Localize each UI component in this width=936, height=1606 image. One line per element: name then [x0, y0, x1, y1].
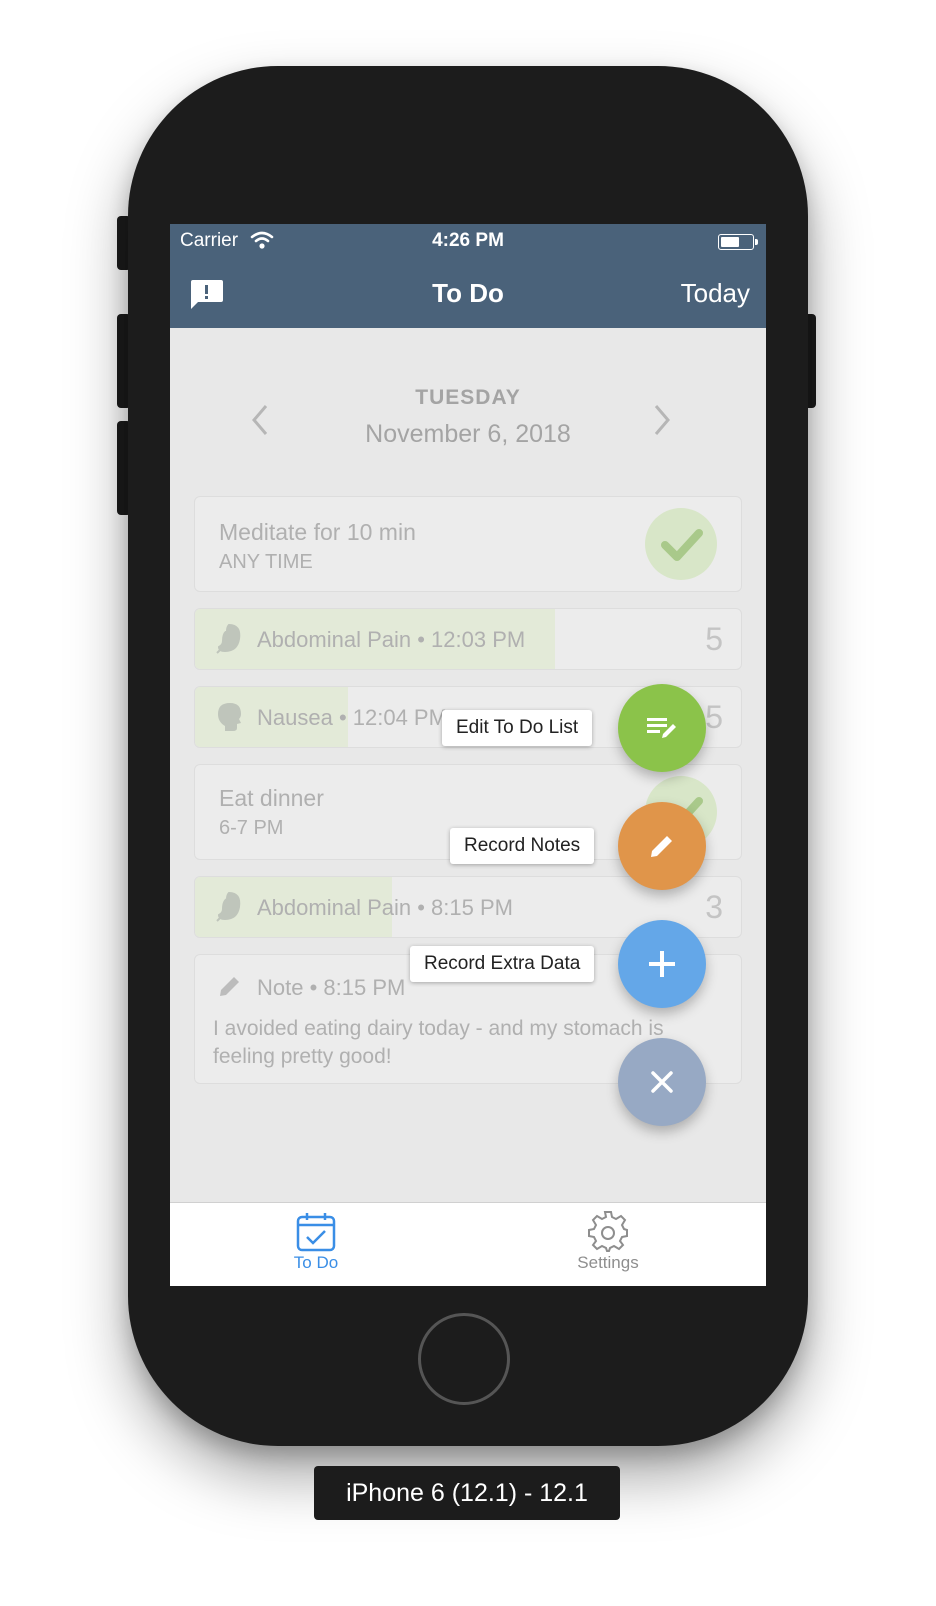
device-label: iPhone 6 (12.1) - 12.1	[314, 1466, 620, 1520]
pencil-icon	[651, 836, 672, 857]
todo-time: 6-7 PM	[219, 817, 284, 839]
edit-todo-list-button[interactable]	[618, 684, 706, 772]
stomach-icon	[216, 891, 241, 922]
todo-title: Meditate for 10 min	[219, 519, 416, 545]
symptom-value: 5	[705, 699, 723, 735]
tab-todo-label: To Do	[293, 1253, 339, 1272]
edit-todo-list-label[interactable]: Edit To Do List	[442, 710, 593, 746]
symptom-value: 5	[705, 621, 723, 657]
record-notes-button[interactable]	[618, 802, 706, 890]
symptom-value: 3	[705, 889, 723, 925]
navigation-bar: To Do Today	[170, 258, 766, 328]
gear-icon	[588, 1211, 628, 1252]
todo-time: ANY TIME	[219, 551, 313, 573]
tab-todo[interactable]: To Do	[236, 1211, 396, 1273]
home-button[interactable]	[418, 1313, 510, 1405]
plus-icon	[649, 951, 675, 977]
date-weekday: TUESDAY	[415, 386, 521, 409]
todo-title: Eat dinner	[219, 785, 324, 811]
symptom-card-abdominal-pain[interactable]: Abdominal Pain • 12:03 PM 5	[194, 608, 742, 670]
today-button[interactable]: Today	[681, 278, 750, 309]
note-label: Note • 8:15 PM	[257, 975, 406, 1000]
head-icon	[218, 703, 241, 731]
stomach-icon	[216, 623, 241, 654]
calendar-check-icon	[296, 1213, 336, 1252]
tab-settings[interactable]: Settings	[528, 1211, 688, 1273]
todo-card-meditate[interactable]: Meditate for 10 min ANY TIME	[194, 496, 742, 592]
tab-settings-label: Settings	[577, 1253, 639, 1272]
date-full: November 6, 2018	[365, 420, 571, 448]
completed-check-icon[interactable]	[645, 508, 717, 580]
todo-content: TUESDAY November 6, 2018 Meditate for 10…	[170, 328, 766, 1202]
status-time: 4:26 PM	[432, 230, 504, 251]
close-icon	[651, 1071, 673, 1093]
edit-list-icon	[647, 718, 676, 738]
page-title: To Do	[432, 278, 504, 308]
next-day-chevron-icon[interactable]	[650, 402, 674, 438]
record-extra-data-button[interactable]	[618, 920, 706, 1008]
close-fab-menu-button[interactable]	[618, 1038, 706, 1126]
symptom-label: Abdominal Pain • 8:15 PM	[257, 895, 513, 920]
app-screen: Carrier 4:26 PM To Do Today TUESDAY Nove…	[170, 224, 766, 1286]
pencil-icon	[220, 977, 239, 996]
tab-bar: To Do Settings	[170, 1202, 766, 1286]
status-bar: Carrier 4:26 PM	[170, 224, 766, 258]
symptom-label: Abdominal Pain • 12:03 PM	[257, 627, 526, 652]
record-notes-label[interactable]: Record Notes	[450, 828, 595, 864]
symptom-label: Nausea • 12:04 PM	[257, 705, 447, 730]
record-extra-data-label[interactable]: Record Extra Data	[410, 946, 595, 982]
battery-icon	[718, 234, 758, 250]
